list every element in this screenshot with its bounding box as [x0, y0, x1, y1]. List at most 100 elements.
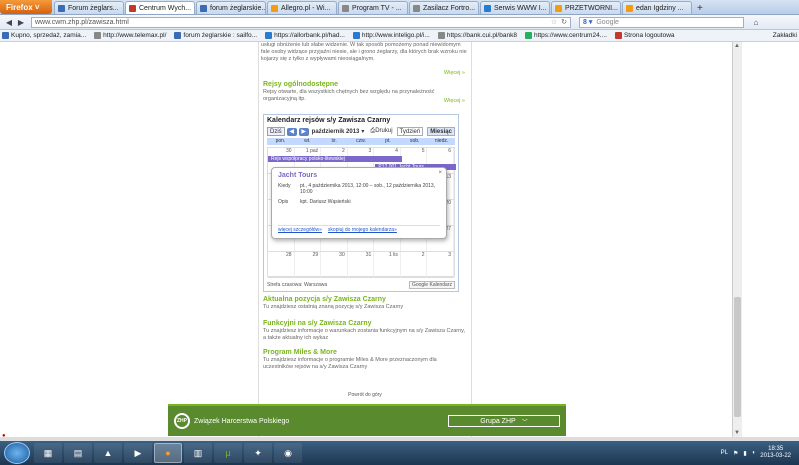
calendar-day-cell[interactable]: 1 lis	[374, 252, 401, 277]
explorer-icon[interactable]: ▦	[34, 443, 62, 463]
clock[interactable]: 18:35 2013-03-22	[760, 446, 791, 460]
browser-tab[interactable]: Allegro.pl - Wi...	[267, 1, 337, 14]
bookmark-item[interactable]: forum żeglarskie : sailfo...	[172, 32, 257, 39]
bookmarks-menu[interactable]: Zakładki	[773, 32, 799, 39]
bookmark-item[interactable]: https://www.centrum24....	[523, 32, 607, 39]
clock-date: 2013-03-22	[760, 453, 791, 459]
page-scrollbar[interactable]: ▲ ▼	[732, 42, 742, 437]
miles-title[interactable]: Program Miles & More	[263, 349, 337, 356]
bookmark-item[interactable]: Kupno, sprzedaż, zamia...	[0, 32, 86, 39]
firefox-icon[interactable]: ●	[154, 443, 182, 463]
rejsy-title[interactable]: Rejsy ogólnodostępne	[263, 81, 338, 88]
page-right-margin	[742, 42, 799, 437]
back-icon[interactable]: ◀	[3, 17, 15, 28]
bookmark-item[interactable]: https://bank.cui.pl/bank8	[436, 32, 517, 39]
search-bar[interactable]: 8 ▾ Google	[579, 16, 744, 28]
bookmarks-toolbar: Kupno, sprzedaż, zamia... http://www.tele…	[0, 30, 799, 42]
media-player-icon[interactable]: ▶	[124, 443, 152, 463]
tools-icon[interactable]: ✦	[244, 443, 272, 463]
search-placeholder: Google	[596, 18, 619, 26]
bookmark-favicon-icon	[94, 32, 102, 39]
popup-divider	[278, 225, 440, 226]
bookmark-item[interactable]: https://allorbank.pl/had...	[263, 32, 345, 39]
language-indicator[interactable]: PL	[721, 450, 728, 456]
bookmark-item[interactable]: http://www.inteligo.pl/i...	[351, 32, 430, 39]
bookmark-label: Kupno, sprzedaż, zamia...	[11, 32, 87, 39]
network-tray-icon[interactable]: ▮	[743, 450, 746, 457]
month-view-tab[interactable]: Miesiąc	[427, 127, 455, 136]
google-calendar-badge[interactable]: Google Kalendarz	[408, 280, 455, 289]
calendar-day-cell[interactable]: 2	[401, 252, 428, 277]
calendar-day-cell[interactable]: 31	[348, 252, 375, 277]
bookmark-star-icon[interactable]: ☆	[551, 18, 557, 26]
prev-month-button[interactable]: ◀	[286, 127, 297, 136]
calendar-day-cell[interactable]: 29	[295, 252, 322, 277]
home-icon[interactable]: ⌂	[750, 17, 762, 28]
browser-tab[interactable]: Serwis WWW I...	[480, 1, 550, 14]
aktualna-title[interactable]: Aktualna pozycja s/y Zawisza Czarny	[263, 296, 386, 303]
torrent-icon[interactable]: µ	[214, 443, 242, 463]
calendar-day-name: czw.	[356, 138, 366, 144]
network-icon[interactable]: ▲	[94, 443, 122, 463]
browser-tab-bar: Firefox ˅ Forum żeglars... Centrum Wych..…	[0, 0, 799, 15]
browser-tab[interactable]: Program TV - ...	[338, 1, 408, 14]
grupa-zhp-dropdown[interactable]: Grupa ZHP ﹀	[448, 415, 560, 427]
reload-icon[interactable]: ↻	[561, 18, 567, 26]
tab-favicon-icon	[484, 4, 491, 12]
more-details-link[interactable]: więcej szczegółów»	[278, 227, 322, 233]
browser-tab[interactable]: Centrum Wych...	[125, 1, 195, 14]
browser-tab[interactable]: edan Igdziny ...	[622, 1, 692, 14]
tab-label: Zasilacz Fortro...	[423, 4, 476, 12]
tab-favicon-icon	[342, 4, 349, 12]
print-label: Drukuj	[375, 128, 393, 134]
month-dropdown-icon[interactable]: ▾	[361, 128, 364, 135]
viewer-icon[interactable]: ◉	[274, 443, 302, 463]
more-link-1[interactable]: Więcej »	[444, 70, 465, 76]
tab-label: edan Igdziny ...	[636, 4, 684, 12]
calendar-toolbar: Dziś ◀ ▶ październik 2013 ▾ ⎙Drukuj Tydz…	[264, 126, 458, 137]
browser-tab[interactable]: Forum żeglars...	[54, 1, 124, 14]
new-tab-button[interactable]: +	[693, 3, 707, 14]
next-month-button[interactable]: ▶	[298, 127, 309, 136]
funkcyjni-title[interactable]: Funkcyjni na s/y Zawisza Czarny	[263, 320, 372, 327]
tab-favicon-icon	[200, 4, 207, 12]
tab-favicon-icon	[58, 4, 65, 12]
search-engine-icon[interactable]: 8 ▾	[583, 18, 592, 26]
calendar-week-row: 28 29 30 31 1 lis 2 3	[268, 252, 455, 278]
today-button[interactable]: Dziś	[267, 127, 285, 136]
when-value: pt., 4 października 2013, 12:00 – sob., …	[300, 183, 436, 195]
files-icon[interactable]: ▥	[184, 443, 212, 463]
browser-tab[interactable]: Zasilacz Fortro...	[409, 1, 479, 14]
bookmark-favicon-icon	[614, 32, 622, 39]
bookmark-item[interactable]: Strona logoutowa	[613, 32, 675, 39]
scroll-up-icon[interactable]: ▲	[734, 43, 740, 49]
browser-tab[interactable]: forum żeglarskie...	[196, 1, 266, 14]
calendar-event-bar[interactable]: Rejs współpracy polsko-litewskiej	[268, 156, 403, 162]
footer-org-name[interactable]: Związek Harcerstwa Polskiego	[194, 418, 289, 425]
flag-icon[interactable]: ⚑	[733, 450, 738, 457]
close-icon[interactable]: ×	[438, 170, 442, 176]
week-view-tab[interactable]: Tydzień	[396, 127, 424, 136]
start-button[interactable]	[4, 442, 30, 464]
url-text: www.cwm.zhp.pl/zawisza.html	[35, 18, 129, 26]
firefox-menu-button[interactable]: Firefox ˅	[0, 0, 52, 14]
more-link-2[interactable]: Więcej »	[444, 98, 465, 104]
windows-taskbar: ▦ ▤ ▲ ▶ ● ▥ µ ✦ ◉ PL ⚑ ▮ ◖ 18:35 2013-03…	[0, 441, 799, 465]
volume-icon[interactable]: ◖	[752, 450, 756, 456]
bookmark-favicon-icon	[352, 32, 360, 39]
back-to-top-link[interactable]: Powrót do góry	[259, 392, 471, 398]
calendar-day-cell[interactable]: 30	[321, 252, 348, 277]
url-bar[interactable]: www.cwm.zhp.pl/zawisza.html ☆ ↻	[31, 16, 571, 28]
scroll-down-icon[interactable]: ▼	[734, 430, 740, 436]
forward-icon[interactable]: ▶	[15, 17, 27, 28]
scroll-thumb[interactable]	[734, 297, 741, 417]
browser-tab[interactable]: PRZETWORNI...	[551, 1, 621, 14]
calendar-day-cell[interactable]: 3	[427, 252, 455, 277]
bookmark-item[interactable]: http://www.telemax.pl/	[92, 32, 166, 39]
print-button[interactable]: ⎙Drukuj	[370, 128, 392, 135]
folder-icon[interactable]: ▤	[64, 443, 92, 463]
copy-to-calendar-link[interactable]: skopiuj do mojego kalendarza»	[328, 227, 397, 233]
calendar-day-cell[interactable]: 28	[268, 252, 295, 277]
zhp-logo[interactable]: ZHP	[174, 413, 190, 429]
popup-links: więcej szczegółów» skopiuj do mojego kal…	[278, 227, 403, 233]
